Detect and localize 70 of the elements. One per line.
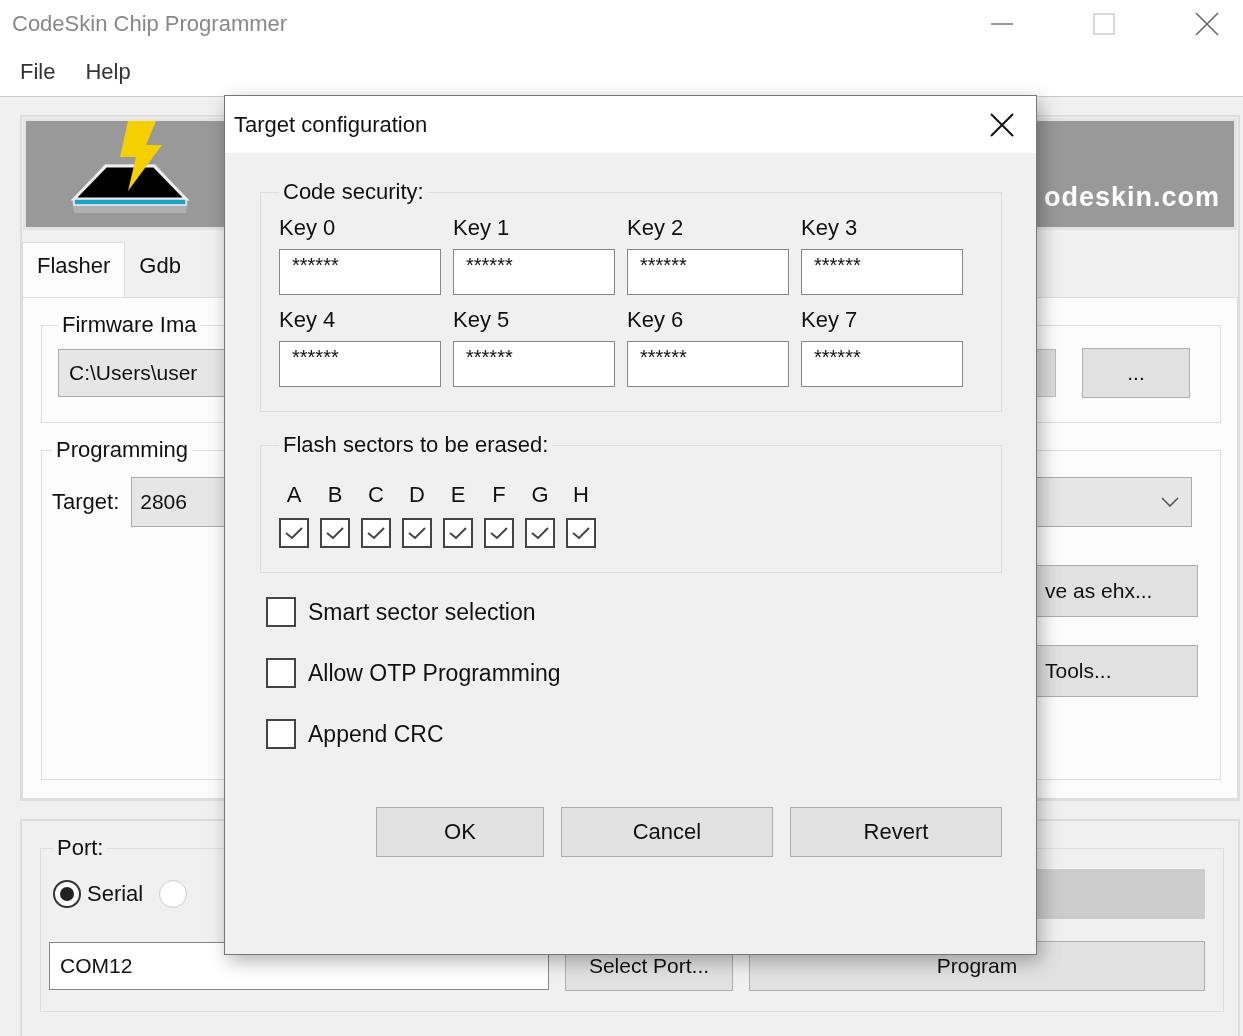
menu-item[interactable]: File (20, 59, 56, 85)
password-field[interactable]: ****** (453, 249, 615, 295)
password-field[interactable]: ****** (453, 341, 615, 387)
checkmark-icon (366, 525, 386, 541)
website-text: odeskin.com (1043, 181, 1220, 213)
checkmark-icon (530, 525, 550, 541)
checkmark-icon (489, 525, 509, 541)
group-title: Code security: (282, 179, 425, 205)
sector-label: G (531, 482, 549, 508)
tab[interactable]: Flasher (22, 242, 126, 297)
key-label: Key 5 (453, 307, 511, 333)
chevron-down-icon (1161, 497, 1179, 507)
checkbox[interactable] (566, 518, 596, 548)
sector-label: B (327, 482, 343, 508)
checkbox[interactable] (361, 518, 391, 548)
checkbox[interactable] (443, 518, 473, 548)
checkbox[interactable] (402, 518, 432, 548)
checkmark-icon (407, 525, 427, 541)
group-title: Programming (55, 437, 190, 463)
checkmark-icon (448, 525, 468, 541)
checkmark-icon (571, 525, 591, 541)
key-label: Key 0 (279, 215, 337, 241)
checkmark-icon (284, 525, 304, 541)
radio-button[interactable]: Serial (53, 880, 144, 908)
checkmark-icon (325, 525, 345, 541)
group-title: Port: (56, 835, 105, 861)
checkbox[interactable] (320, 518, 350, 548)
key-label: Key 2 (627, 215, 685, 241)
radio-button[interactable] (159, 880, 188, 908)
dialog-title: Target configuration (234, 111, 428, 138)
password-field[interactable]: ****** (279, 249, 441, 295)
sector-label: H (573, 482, 589, 508)
sector-label: F (492, 482, 506, 508)
sector-label: D (409, 482, 425, 508)
checkbox[interactable] (266, 658, 296, 688)
checkbox-label: Allow OTP Programming (308, 659, 561, 687)
password-field[interactable]: ****** (801, 341, 963, 387)
minimize-icon[interactable] (991, 22, 1013, 26)
password-field[interactable]: ****** (627, 249, 789, 295)
window-title: CodeSkin Chip Programmer (12, 11, 288, 37)
menu-item[interactable]: Help (85, 59, 131, 85)
key-label: Key 1 (453, 215, 511, 241)
tab[interactable]: Gdb (125, 247, 195, 292)
group-title: Firmware Ima (61, 312, 198, 338)
checkbox[interactable] (266, 719, 296, 749)
key-label: Key 4 (279, 307, 337, 333)
checkbox[interactable] (525, 518, 555, 548)
key-label: Key 6 (627, 307, 685, 333)
sector-label: E (450, 482, 466, 508)
key-label: Key 3 (801, 215, 859, 241)
sector-label: C (368, 482, 384, 508)
key-label: Key 7 (801, 307, 859, 333)
checkbox[interactable] (266, 597, 296, 627)
dialog-button[interactable]: OK (376, 807, 544, 857)
dialog-button[interactable]: Cancel (560, 807, 773, 857)
sector-label: A (286, 482, 302, 508)
browse-button[interactable]: ... (1082, 348, 1190, 398)
target-label: Target: (52, 489, 120, 515)
close-icon[interactable] (990, 112, 1014, 137)
checkbox-label: Smart sector selection (308, 598, 536, 626)
checkbox[interactable] (279, 518, 309, 548)
action-button[interactable]: ve as ehx... (1036, 565, 1198, 617)
action-button[interactable]: Tools... (1036, 645, 1198, 697)
password-field[interactable]: ****** (801, 249, 963, 295)
group-title: Flash sectors to be erased: (282, 432, 550, 458)
password-field[interactable]: ****** (279, 341, 441, 387)
checkbox[interactable] (484, 518, 514, 548)
checkbox-label: Append CRC (308, 720, 444, 748)
password-field[interactable]: ****** (627, 341, 789, 387)
dialog-button[interactable]: Revert (789, 807, 1002, 857)
